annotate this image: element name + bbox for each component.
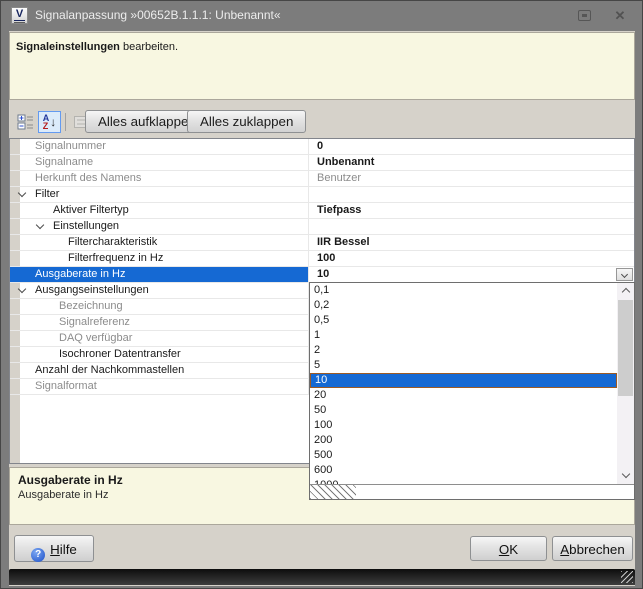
property-label: Isochroner Datentransfer xyxy=(10,347,308,362)
property-label: DAQ verfügbar xyxy=(10,331,308,346)
dialog-window: V Signalanpassung »00652B.1.1.1: Unbenan… xyxy=(0,0,643,589)
chevron-down-icon xyxy=(621,470,629,478)
close-button[interactable]: ✕ xyxy=(610,8,630,24)
dropdown-item[interactable]: 1 xyxy=(310,328,634,343)
scroll-down-button[interactable] xyxy=(617,468,634,484)
dropdown-item[interactable]: 500 xyxy=(310,448,634,463)
dropdown-item[interactable]: 0,2 xyxy=(310,298,634,313)
category-row-einstellungen[interactable]: Einstellungen xyxy=(10,219,634,235)
property-label: Aktiver Filtertyp xyxy=(10,203,308,218)
info-text: Signaleinstellungen bearbeiten. xyxy=(16,41,178,53)
dropdown-item[interactable]: 5 xyxy=(310,358,634,373)
window-resize-grip[interactable] xyxy=(621,571,633,583)
close-icon: ✕ xyxy=(615,8,626,23)
property-value: Benutzer xyxy=(309,171,634,186)
popup-resize-grip-icon xyxy=(310,485,356,499)
property-label: Anzahl der Nachkommastellen xyxy=(10,363,308,378)
dropdown-item[interactable]: 50 xyxy=(310,403,634,418)
dropdown-item[interactable]: 200 xyxy=(310,433,634,448)
help-icon: ? xyxy=(31,548,45,562)
info-panel: Signaleinstellungen bearbeiten. xyxy=(9,32,635,100)
sort-az-icon: A Z ↓ xyxy=(39,114,60,130)
dropdown-popup: 0,1 0,2 0,5 1 2 5 10 20 50 100 200 500 6… xyxy=(309,282,635,500)
cancel-button[interactable]: Abbrechen xyxy=(552,536,633,561)
property-value: IIR Bessel xyxy=(309,235,634,250)
help-button[interactable]: ?Hilfe xyxy=(14,535,94,562)
property-value: 100 xyxy=(309,251,634,266)
property-value: Unbenannt xyxy=(309,155,634,170)
dropdown-scrollbar[interactable] xyxy=(617,283,634,484)
property-label: Signalnummer xyxy=(10,139,308,154)
status-bar xyxy=(9,569,635,585)
property-row-filterfrequenz[interactable]: Filterfrequenz in Hz 100 xyxy=(10,251,634,267)
window-title: Signalanpassung »00652B.1.1.1: Unbenannt… xyxy=(35,1,281,30)
category-label: Einstellungen xyxy=(10,219,308,234)
property-label: Filtercharakteristik xyxy=(10,235,308,250)
property-label: Signalreferenz xyxy=(10,315,308,330)
chevron-up-icon xyxy=(621,288,629,296)
dropdown-list: 0,1 0,2 0,5 1 2 5 10 20 50 100 200 500 6… xyxy=(310,283,634,484)
combo-dropdown-button[interactable] xyxy=(616,268,633,281)
title-bar[interactable]: V Signalanpassung »00652B.1.1.1: Unbenan… xyxy=(1,1,642,31)
property-label: Herkunft des Namens xyxy=(10,171,308,186)
category-row-filter[interactable]: Filter xyxy=(10,187,634,203)
categorized-view-icon xyxy=(17,114,34,130)
property-row-signalname[interactable]: Signalname Unbenannt xyxy=(10,155,634,171)
property-value: 0 xyxy=(309,139,634,154)
property-label: Ausgaberate in Hz xyxy=(10,267,308,282)
property-label: Signalname xyxy=(10,155,308,170)
dropdown-item-selected[interactable]: 10 xyxy=(310,373,617,388)
categorized-view-button[interactable] xyxy=(14,111,37,133)
category-label: Filter xyxy=(10,187,308,202)
dropdown-item[interactable]: 100 xyxy=(310,418,634,433)
popup-resize-bar[interactable] xyxy=(310,484,634,499)
maximize-button[interactable] xyxy=(574,8,594,24)
property-value: Tiefpass xyxy=(309,203,634,218)
property-row-ausgaberate[interactable]: Ausgaberate in Hz 10 xyxy=(10,267,634,283)
property-row-herkunft[interactable]: Herkunft des Namens Benutzer xyxy=(10,171,634,187)
property-row-aktiver-filtertyp[interactable]: Aktiver Filtertyp Tiefpass xyxy=(10,203,634,219)
scroll-up-button[interactable] xyxy=(617,283,634,299)
app-icon: V xyxy=(11,7,28,24)
property-row-filtercharakteristik[interactable]: Filtercharakteristik IIR Bessel xyxy=(10,235,634,251)
property-label: Filterfrequenz in Hz xyxy=(10,251,308,266)
collapse-all-button[interactable]: Alles zuklappen xyxy=(187,110,306,133)
scrollbar-thumb[interactable] xyxy=(618,300,633,396)
dropdown-item[interactable]: 20 xyxy=(310,388,634,403)
dropdown-item[interactable]: 0,1 xyxy=(310,283,634,298)
chevron-down-icon xyxy=(621,271,628,278)
property-value: 10 xyxy=(309,267,634,282)
dropdown-item[interactable]: 0,5 xyxy=(310,313,634,328)
ok-button[interactable]: OK xyxy=(470,536,547,561)
property-label: Signalformat xyxy=(10,379,308,394)
property-row-signalnummer[interactable]: Signalnummer 0 xyxy=(10,139,634,155)
sort-az-button[interactable]: A Z ↓ xyxy=(38,111,61,133)
category-label: Ausgangseinstellungen xyxy=(10,283,308,298)
property-label: Bezeichnung xyxy=(10,299,308,314)
dropdown-item[interactable]: 2 xyxy=(310,343,634,358)
maximize-icon xyxy=(578,10,591,21)
dropdown-item[interactable]: 600 xyxy=(310,463,634,478)
toolbar-separator xyxy=(65,113,66,131)
